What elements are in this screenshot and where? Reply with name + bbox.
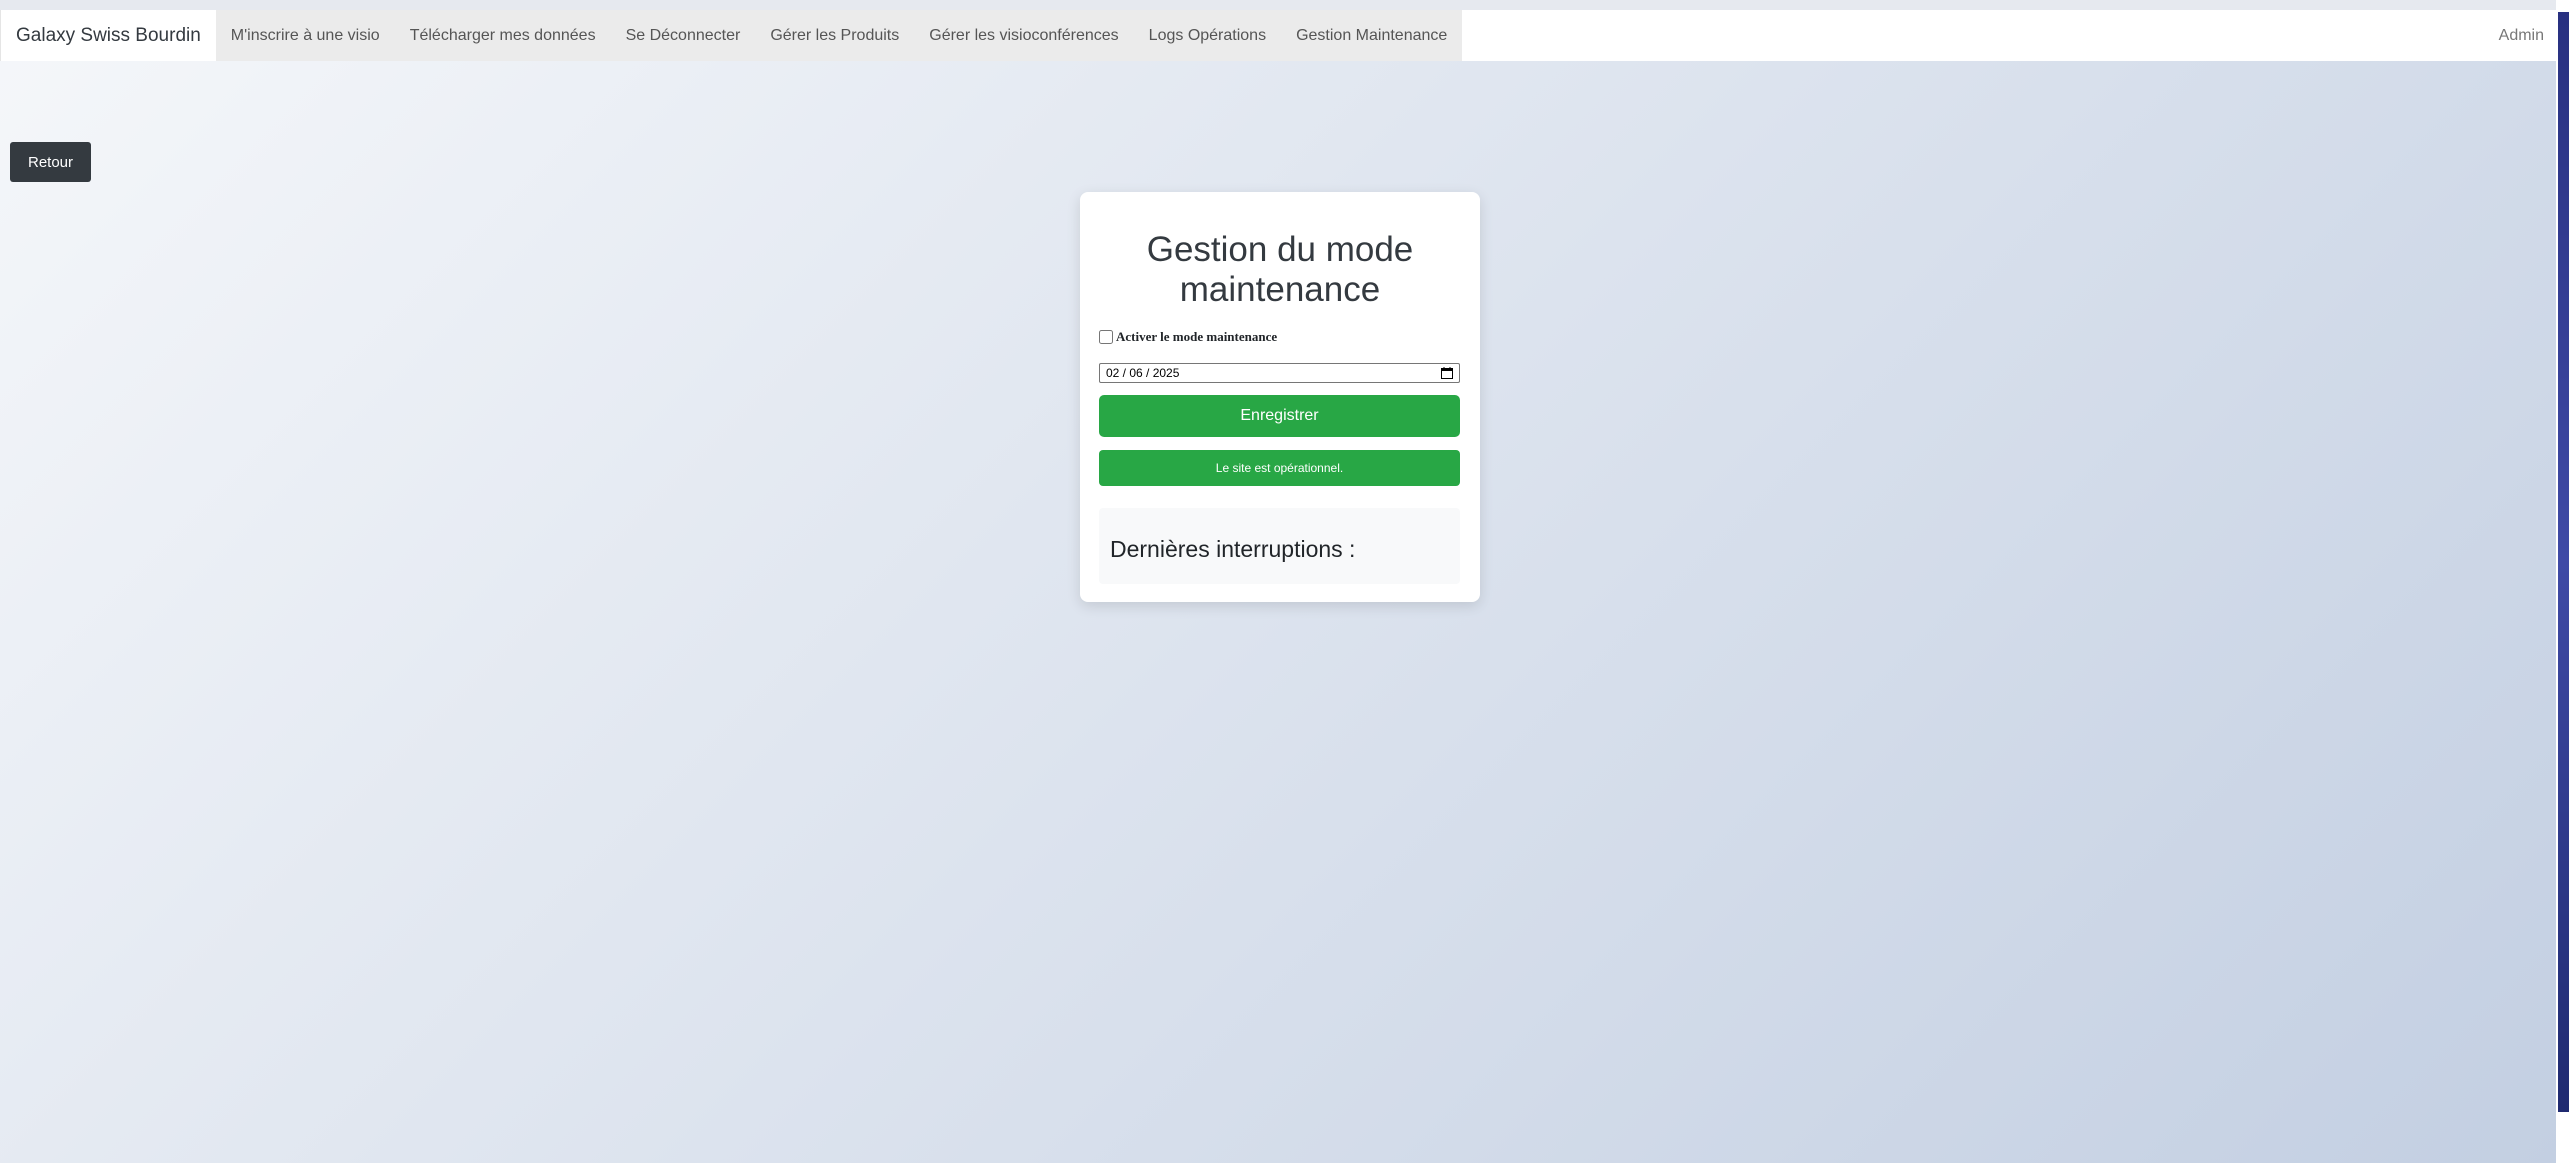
navbar: Galaxy Swiss Bourdin M'inscrire à une vi… (0, 10, 2556, 61)
nav-link-manage-products[interactable]: Gérer les Produits (755, 10, 914, 61)
nav-link-logs[interactable]: Logs Opérations (1134, 10, 1281, 61)
maintenance-date-input[interactable]: 02 / 06 / 2025 (1099, 363, 1460, 383)
interruptions-section: Dernières interruptions : (1099, 508, 1460, 584)
back-button[interactable]: Retour (10, 142, 91, 182)
window-edge-strip (2558, 12, 2569, 1112)
nav-link-manage-visios[interactable]: Gérer les visioconférences (914, 10, 1133, 61)
nav-links: M'inscrire à une visio Télécharger mes d… (215, 10, 1463, 61)
maintenance-toggle-row[interactable]: Activer le mode maintenance (1099, 329, 1277, 345)
nav-link-maintenance[interactable]: Gestion Maintenance (1281, 10, 1462, 61)
maintenance-checkbox-label: Activer le mode maintenance (1116, 329, 1278, 344)
date-value: 02 / 06 / 2025 (1106, 366, 1180, 380)
save-button[interactable]: Enregistrer (1099, 395, 1460, 437)
maintenance-card: Gestion du mode maintenance Activer le m… (1080, 192, 1480, 602)
interruptions-title: Dernières interruptions : (1110, 536, 1356, 562)
navbar-brand[interactable]: Galaxy Swiss Bourdin (0, 10, 216, 61)
maintenance-checkbox[interactable] (1099, 330, 1113, 344)
nav-link-logout[interactable]: Se Déconnecter (611, 10, 756, 61)
page-title: Gestion du mode maintenance (1146, 230, 1414, 309)
nav-user-admin[interactable]: Admin (2484, 10, 2556, 61)
top-strip (0, 0, 2556, 10)
nav-link-visio-signup[interactable]: M'inscrire à une visio (216, 10, 395, 61)
calendar-icon[interactable] (1441, 367, 1453, 379)
status-alert: Le site est opérationnel. (1099, 450, 1460, 486)
nav-link-download-data[interactable]: Télécharger mes données (395, 10, 611, 61)
